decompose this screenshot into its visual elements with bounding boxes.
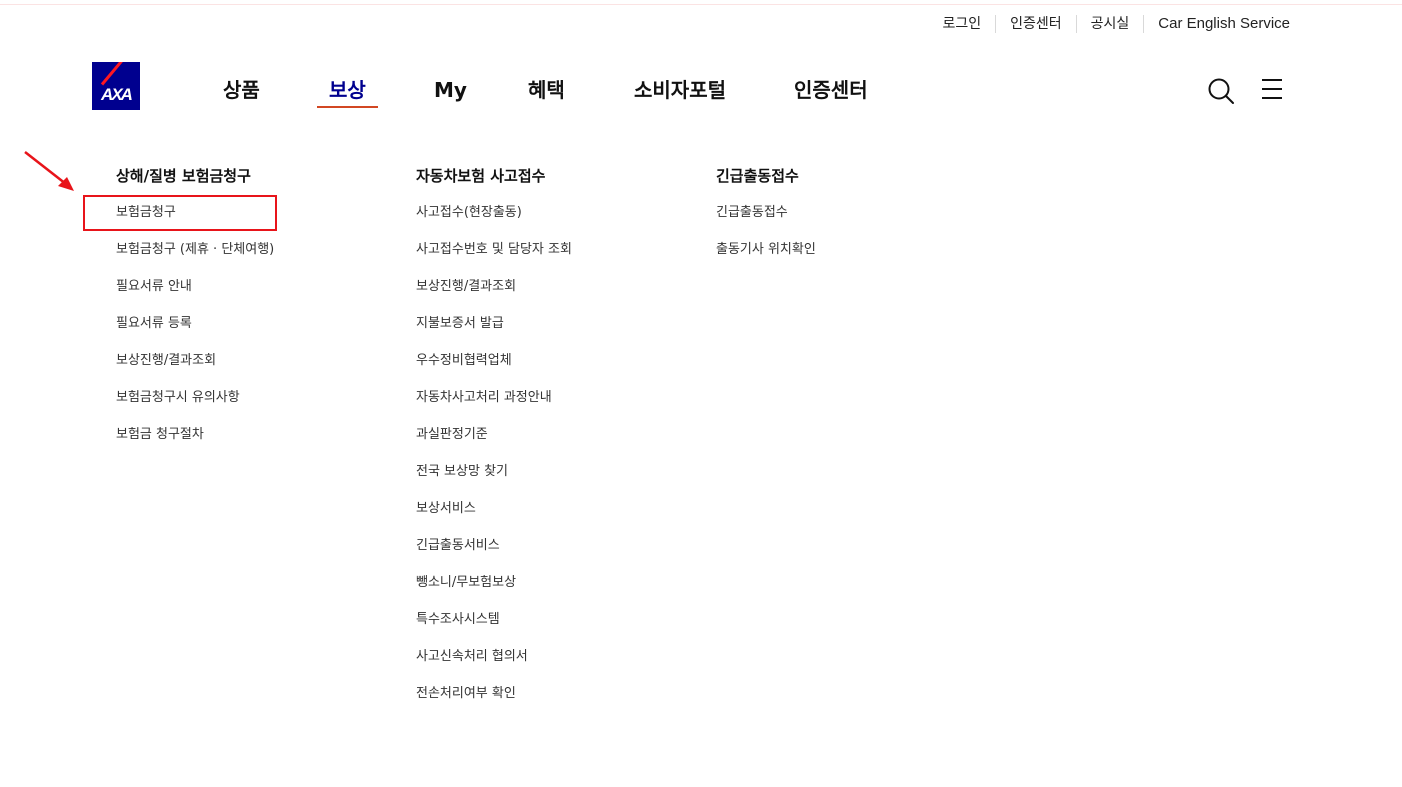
nav-certification-center[interactable]: 인증센터 bbox=[794, 75, 868, 105]
login-link[interactable]: 로그인 bbox=[928, 15, 995, 33]
menu-item-payment-guarantee[interactable]: 지불보증서 발급 bbox=[416, 313, 572, 350]
hamburger-menu-icon[interactable] bbox=[1260, 78, 1284, 100]
menu-item-claim-service[interactable]: 보상서비스 bbox=[416, 498, 572, 535]
menu-item-accident-process[interactable]: 자동차사고처리 과정안내 bbox=[416, 387, 572, 424]
menu-item-claim-procedure[interactable]: 보험금 청구절차 bbox=[116, 424, 274, 461]
column-title: 자동차보험 사고접수 bbox=[416, 167, 546, 185]
menu-item-driver-location[interactable]: 출동기사 위치확인 bbox=[716, 239, 816, 276]
menu-item-claim-group-travel[interactable]: 보험금청구 (제휴 · 단체여행) bbox=[116, 239, 274, 276]
menu-item-accident-report[interactable]: 사고접수(현장출동) bbox=[416, 202, 572, 239]
disclosure-link[interactable]: 공시실 bbox=[1075, 15, 1144, 33]
menu-item-total-loss-check[interactable]: 전손처리여부 확인 bbox=[416, 683, 572, 720]
menu-item-required-docs[interactable]: 필요서류 안내 bbox=[116, 276, 274, 313]
menu-item-repair-partners[interactable]: 우수정비협력업체 bbox=[416, 350, 572, 387]
menu-column-accident-claim: 상해/질병 보험금청구 보험금청구 보험금청구 (제휴 · 단체여행) 필요서류… bbox=[116, 165, 274, 461]
menu-column-car-accident: 자동차보험 사고접수 사고접수(현장출동) 사고접수번호 및 담당자 조회 보상… bbox=[416, 165, 572, 720]
menu-item-hit-and-run[interactable]: 뺑소니/무보험보상 bbox=[416, 572, 572, 609]
nav-benefits[interactable]: 혜택 bbox=[528, 75, 565, 105]
menu-item-claim-status[interactable]: 보상진행/결과조회 bbox=[116, 350, 274, 387]
certification-center-link[interactable]: 인증센터 bbox=[995, 15, 1076, 33]
utility-nav: 로그인 인증센터 공시실 Car English Service bbox=[928, 15, 1290, 33]
menu-column-emergency: 긴급출동접수 긴급출동접수 출동기사 위치확인 bbox=[716, 165, 816, 276]
menu-item-report-lookup[interactable]: 사고접수번호 및 담당자 조회 bbox=[416, 239, 572, 276]
menu-item-emergency-request[interactable]: 긴급출동접수 bbox=[716, 202, 816, 239]
logo-text: AXA bbox=[101, 85, 133, 104]
menu-item-quick-agreement[interactable]: 사고신속처리 협의서 bbox=[416, 646, 572, 683]
nav-my[interactable]: My bbox=[434, 75, 467, 105]
nav-consumer-portal[interactable]: 소비자포털 bbox=[634, 75, 726, 105]
column-title: 상해/질병 보험금청구 bbox=[116, 167, 251, 185]
menu-item-docs-register[interactable]: 필요서류 등록 bbox=[116, 313, 274, 350]
top-border bbox=[0, 0, 1402, 5]
menu-item-find-network[interactable]: 전국 보상망 찾기 bbox=[416, 461, 572, 498]
car-english-service-link[interactable]: Car English Service bbox=[1143, 15, 1290, 33]
axa-logo[interactable]: AXA bbox=[92, 62, 140, 110]
nav-claims[interactable]: 보상 bbox=[317, 75, 378, 108]
search-icon[interactable] bbox=[1207, 77, 1235, 105]
menu-item-fault-criteria[interactable]: 과실판정기준 bbox=[416, 424, 572, 461]
menu-item-special-investigation[interactable]: 특수조사시스템 bbox=[416, 609, 572, 646]
logo-slash bbox=[100, 62, 136, 86]
menu-item-emergency-service[interactable]: 긴급출동서비스 bbox=[416, 535, 572, 572]
red-arrow-icon bbox=[24, 151, 74, 191]
menu-item-claim[interactable]: 보험금청구 bbox=[116, 202, 274, 239]
menu-item-claim-notes[interactable]: 보험금청구시 유의사항 bbox=[116, 387, 274, 424]
nav-products[interactable]: 상품 bbox=[223, 75, 260, 105]
menu-item-claim-status[interactable]: 보상진행/결과조회 bbox=[416, 276, 572, 313]
column-title: 긴급출동접수 bbox=[716, 167, 799, 185]
